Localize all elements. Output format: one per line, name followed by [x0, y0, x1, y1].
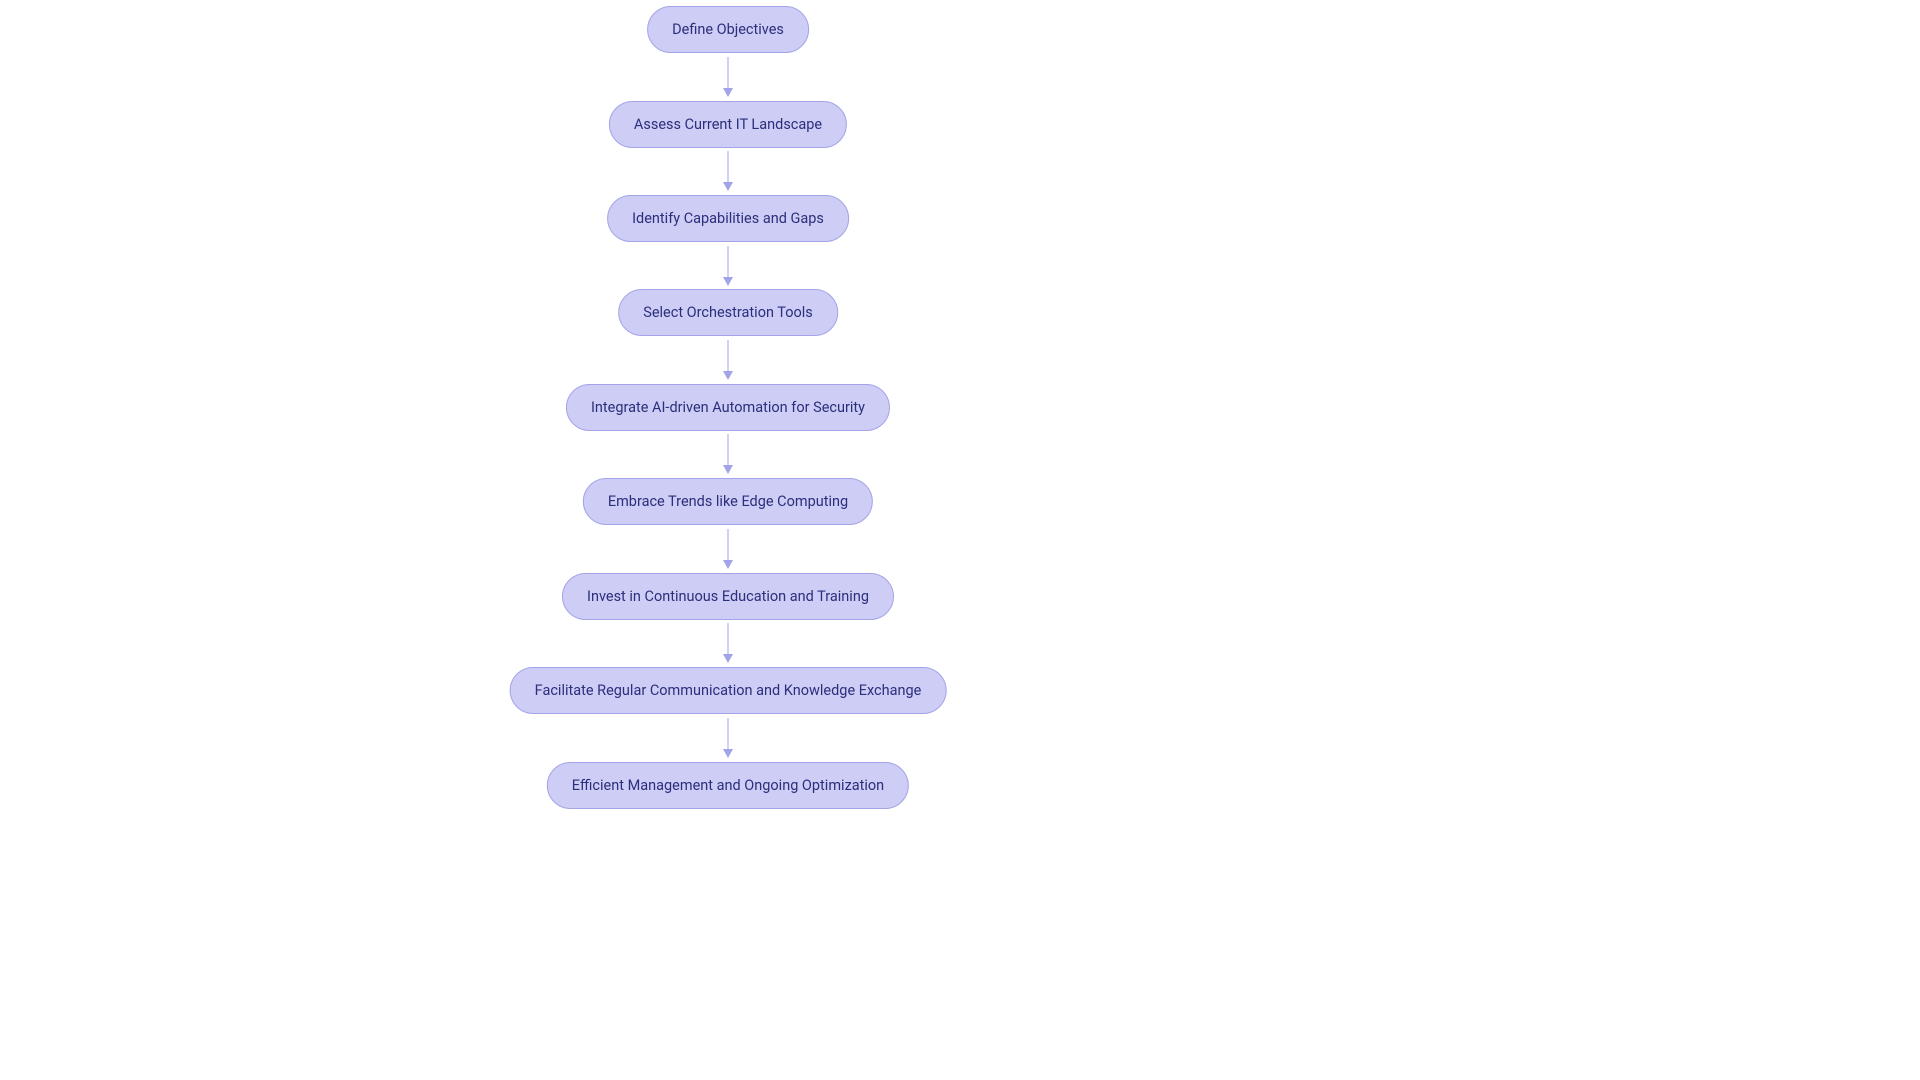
flow-arrow-head-icon	[723, 88, 733, 97]
flow-node: Embrace Trends like Edge Computing	[583, 478, 873, 525]
flow-arrow-head-icon	[723, 560, 733, 569]
flow-arrow-head-icon	[723, 371, 733, 380]
flow-arrow-shaft	[728, 529, 729, 560]
flow-arrow-head-icon	[723, 654, 733, 663]
flow-node: Assess Current IT Landscape	[609, 101, 847, 148]
flow-arrow-shaft	[728, 623, 729, 654]
flow-node: Integrate AI-driven Automation for Secur…	[566, 384, 890, 431]
flow-arrow-head-icon	[723, 465, 733, 474]
flow-node: Identify Capabilities and Gaps	[607, 195, 849, 242]
flow-arrow-head-icon	[723, 277, 733, 286]
flow-node: Define Objectives	[647, 6, 809, 53]
flow-arrow-head-icon	[723, 182, 733, 191]
flow-node: Efficient Management and Ongoing Optimiz…	[547, 762, 909, 809]
flow-arrow-head-icon	[723, 749, 733, 758]
flow-arrow-shaft	[728, 246, 729, 277]
flow-arrow-shaft	[728, 718, 729, 749]
flow-arrow-shaft	[728, 57, 729, 88]
flow-node: Facilitate Regular Communication and Kno…	[510, 667, 947, 714]
flow-node: Select Orchestration Tools	[618, 289, 838, 336]
flowchart-canvas: Define Objectives Assess Current IT Land…	[0, 0, 1920, 1080]
flow-node: Invest in Continuous Education and Train…	[562, 573, 894, 620]
flow-arrow-shaft	[728, 434, 729, 465]
flow-arrow-shaft	[728, 340, 729, 371]
flow-arrow-shaft	[728, 151, 729, 182]
